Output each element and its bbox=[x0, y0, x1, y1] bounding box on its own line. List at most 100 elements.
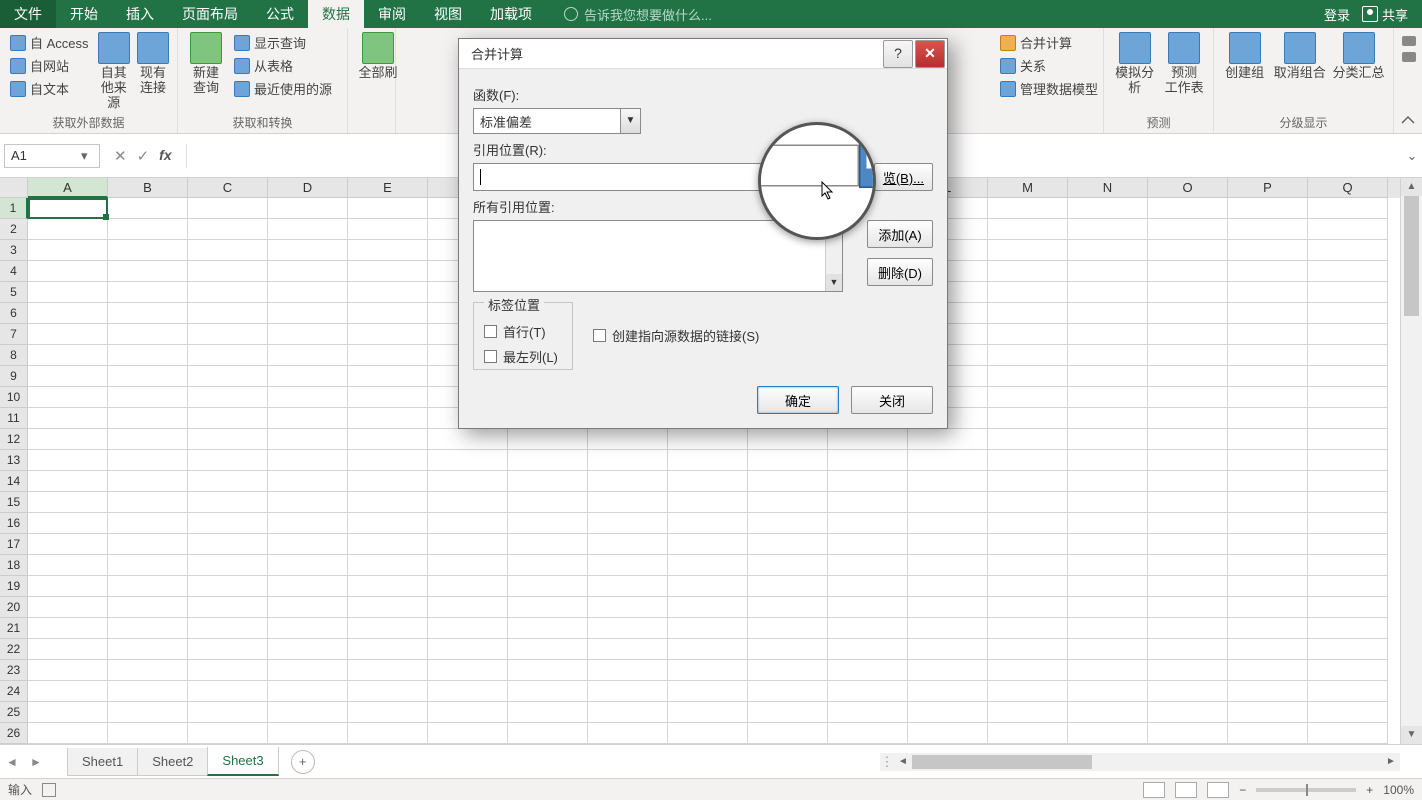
cell[interactable] bbox=[108, 492, 188, 513]
cell[interactable] bbox=[748, 576, 828, 597]
cell[interactable] bbox=[28, 639, 108, 660]
cell[interactable] bbox=[28, 618, 108, 639]
collapse-ribbon-icon[interactable] bbox=[1400, 115, 1416, 127]
cell[interactable] bbox=[508, 471, 588, 492]
cell[interactable] bbox=[348, 660, 428, 681]
cell[interactable] bbox=[828, 450, 908, 471]
cell[interactable] bbox=[1308, 702, 1388, 723]
row-header[interactable]: 13 bbox=[0, 450, 28, 471]
scroll-thumb[interactable] bbox=[1404, 196, 1419, 316]
cell[interactable] bbox=[108, 555, 188, 576]
cell[interactable] bbox=[268, 660, 348, 681]
cell[interactable] bbox=[108, 660, 188, 681]
cell[interactable] bbox=[268, 702, 348, 723]
cell[interactable] bbox=[668, 555, 748, 576]
cell[interactable] bbox=[588, 450, 668, 471]
cell[interactable] bbox=[828, 471, 908, 492]
row-header[interactable]: 23 bbox=[0, 660, 28, 681]
cell[interactable] bbox=[348, 387, 428, 408]
cell[interactable] bbox=[1068, 198, 1148, 219]
cell[interactable] bbox=[108, 303, 188, 324]
cell[interactable] bbox=[908, 450, 988, 471]
cell[interactable] bbox=[108, 681, 188, 702]
cell[interactable] bbox=[988, 261, 1068, 282]
cell[interactable] bbox=[1308, 240, 1388, 261]
cell[interactable] bbox=[988, 576, 1068, 597]
row-header[interactable]: 16 bbox=[0, 513, 28, 534]
cell[interactable] bbox=[1228, 618, 1308, 639]
cell[interactable] bbox=[828, 576, 908, 597]
cell[interactable] bbox=[588, 576, 668, 597]
cell[interactable] bbox=[268, 219, 348, 240]
cell[interactable] bbox=[1308, 198, 1388, 219]
cell[interactable] bbox=[28, 450, 108, 471]
cell[interactable] bbox=[748, 513, 828, 534]
cell[interactable] bbox=[268, 387, 348, 408]
cell[interactable] bbox=[1308, 387, 1388, 408]
cell[interactable] bbox=[28, 282, 108, 303]
row-header[interactable]: 9 bbox=[0, 366, 28, 387]
cell[interactable] bbox=[188, 198, 268, 219]
row-header[interactable]: 1 bbox=[0, 198, 28, 219]
cell[interactable] bbox=[188, 408, 268, 429]
cell[interactable] bbox=[108, 324, 188, 345]
cell[interactable] bbox=[1148, 660, 1228, 681]
subtotal-btn[interactable]: 分类汇总 bbox=[1332, 32, 1385, 81]
cell[interactable] bbox=[1068, 534, 1148, 555]
cell[interactable] bbox=[348, 534, 428, 555]
cell[interactable] bbox=[988, 618, 1068, 639]
cell[interactable] bbox=[1068, 492, 1148, 513]
zoom-level[interactable]: 100% bbox=[1383, 783, 1414, 797]
row-header[interactable]: 11 bbox=[0, 408, 28, 429]
cell[interactable] bbox=[668, 492, 748, 513]
cell[interactable] bbox=[1228, 681, 1308, 702]
from-table[interactable]: 从表格 bbox=[232, 55, 334, 76]
cell[interactable] bbox=[188, 618, 268, 639]
cell[interactable] bbox=[1148, 366, 1228, 387]
cell[interactable] bbox=[1228, 408, 1308, 429]
cell[interactable] bbox=[1308, 681, 1388, 702]
tab-file[interactable]: 文件 bbox=[0, 0, 56, 28]
cell[interactable] bbox=[668, 618, 748, 639]
show-queries[interactable]: 显示查询 bbox=[232, 32, 334, 53]
outline-up-icon[interactable] bbox=[1402, 36, 1416, 46]
cell[interactable] bbox=[188, 639, 268, 660]
cell[interactable] bbox=[908, 618, 988, 639]
cell[interactable] bbox=[268, 324, 348, 345]
cell[interactable] bbox=[908, 576, 988, 597]
splitter-icon[interactable]: ⋮ bbox=[880, 754, 894, 770]
cell[interactable] bbox=[348, 450, 428, 471]
cell[interactable] bbox=[988, 408, 1068, 429]
cell[interactable] bbox=[508, 429, 588, 450]
cell[interactable] bbox=[268, 681, 348, 702]
cell[interactable] bbox=[748, 429, 828, 450]
cell[interactable] bbox=[508, 576, 588, 597]
from-access[interactable]: 自 Access bbox=[8, 32, 91, 53]
cell[interactable] bbox=[268, 597, 348, 618]
cell[interactable] bbox=[268, 345, 348, 366]
cell[interactable] bbox=[1228, 366, 1308, 387]
cell[interactable] bbox=[28, 597, 108, 618]
cell[interactable] bbox=[508, 534, 588, 555]
column-header[interactable]: M bbox=[988, 178, 1068, 198]
forecast-sheet[interactable]: 预测 工作表 bbox=[1163, 32, 1205, 96]
cell[interactable] bbox=[988, 555, 1068, 576]
cell[interactable] bbox=[428, 450, 508, 471]
cell[interactable] bbox=[1228, 723, 1308, 744]
cell[interactable] bbox=[668, 450, 748, 471]
cell[interactable] bbox=[1068, 555, 1148, 576]
cell[interactable] bbox=[108, 429, 188, 450]
scroll-down-icon[interactable]: ▼ bbox=[826, 274, 842, 291]
cell[interactable] bbox=[268, 303, 348, 324]
cell[interactable] bbox=[1068, 324, 1148, 345]
cell[interactable] bbox=[1068, 240, 1148, 261]
cell[interactable] bbox=[1228, 240, 1308, 261]
cell[interactable] bbox=[828, 639, 908, 660]
left-col-checkbox[interactable]: 最左列(L) bbox=[484, 347, 562, 366]
cell[interactable] bbox=[188, 534, 268, 555]
tab-view[interactable]: 视图 bbox=[420, 0, 476, 28]
cell[interactable] bbox=[1068, 513, 1148, 534]
cell[interactable] bbox=[108, 639, 188, 660]
cell[interactable] bbox=[108, 198, 188, 219]
cell[interactable] bbox=[1308, 513, 1388, 534]
